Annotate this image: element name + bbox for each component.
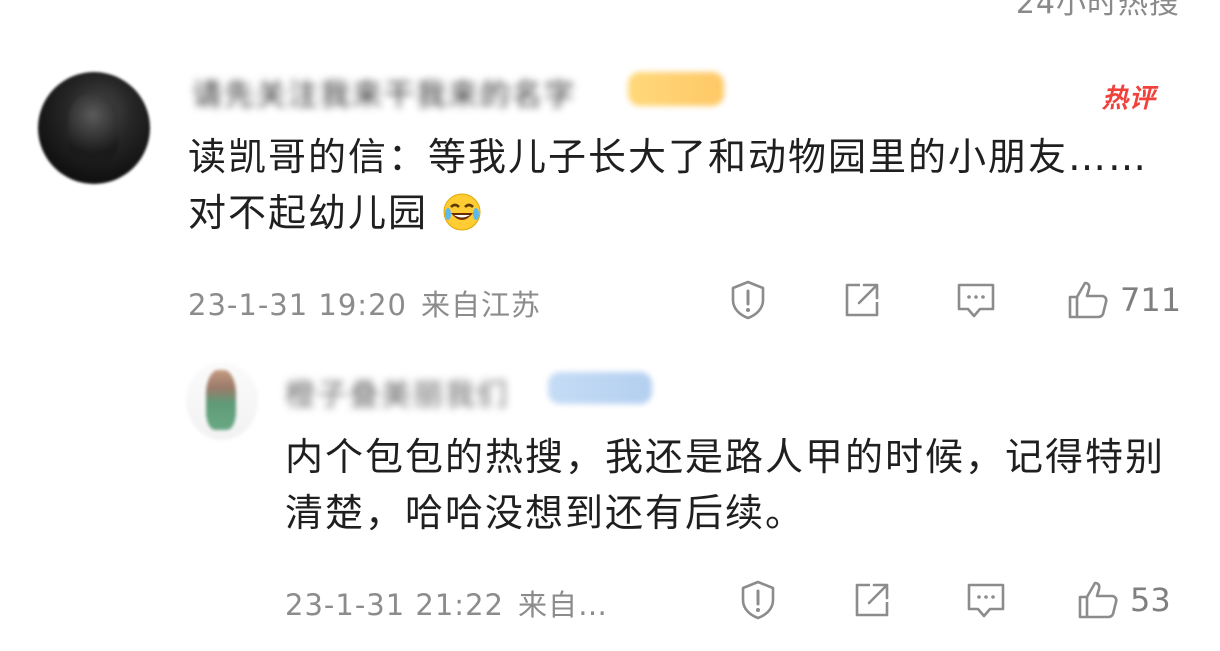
comment-text-body: 读凯哥的信：等我儿子长大了和动物园里的小朋友……对不起幼儿园	[188, 135, 1149, 235]
comment-meta: 23-1-31 19:20 来自江苏	[188, 282, 541, 324]
avatar[interactable]	[38, 72, 150, 184]
username[interactable]: 请先关注我来干我来的名字	[192, 70, 576, 114]
hot-comment-tag: 热评	[1102, 84, 1157, 114]
share-button[interactable]	[840, 278, 884, 322]
share-icon	[845, 283, 879, 317]
reply-icon	[957, 283, 995, 318]
like-icon	[1078, 581, 1118, 619]
report-icon	[741, 580, 775, 620]
user-badge	[628, 72, 724, 106]
comment-meta: 23-1-31 21:22 来自…	[285, 582, 608, 624]
header-cutoff-text: 24小时热搜	[1015, 0, 1180, 21]
username[interactable]: 橙子叠美丽我们	[285, 370, 509, 414]
timestamp: 23-1-31 19:20	[188, 288, 407, 322]
user-badge	[548, 372, 652, 404]
reply-button[interactable]	[964, 578, 1008, 622]
laughing-tears-emoji	[442, 191, 482, 231]
avatar[interactable]	[186, 362, 258, 440]
like-count: 711	[1120, 281, 1182, 319]
comment-text: 内个包包的热搜，我还是路人甲的时候，记得特别清楚，哈哈没想到还有后续。	[285, 435, 1166, 535]
like-icon	[1068, 281, 1108, 319]
report-icon	[731, 280, 765, 320]
source-location: 来自江苏	[420, 288, 541, 322]
like-button[interactable]: 711	[1066, 278, 1181, 322]
reply-icon	[967, 583, 1005, 618]
like-count: 53	[1130, 581, 1171, 619]
share-icon	[855, 583, 889, 617]
like-button[interactable]: 53	[1076, 578, 1171, 622]
reply-button[interactable]	[954, 278, 998, 322]
report-button[interactable]	[736, 578, 780, 622]
share-button[interactable]	[850, 578, 894, 622]
report-button[interactable]	[726, 278, 770, 322]
comment-text: 读凯哥的信：等我儿子长大了和动物园里的小朋友……对不起幼儿园	[188, 129, 1168, 241]
timestamp: 23-1-31 21:22	[285, 588, 504, 622]
source-location: 来自…	[517, 588, 608, 622]
